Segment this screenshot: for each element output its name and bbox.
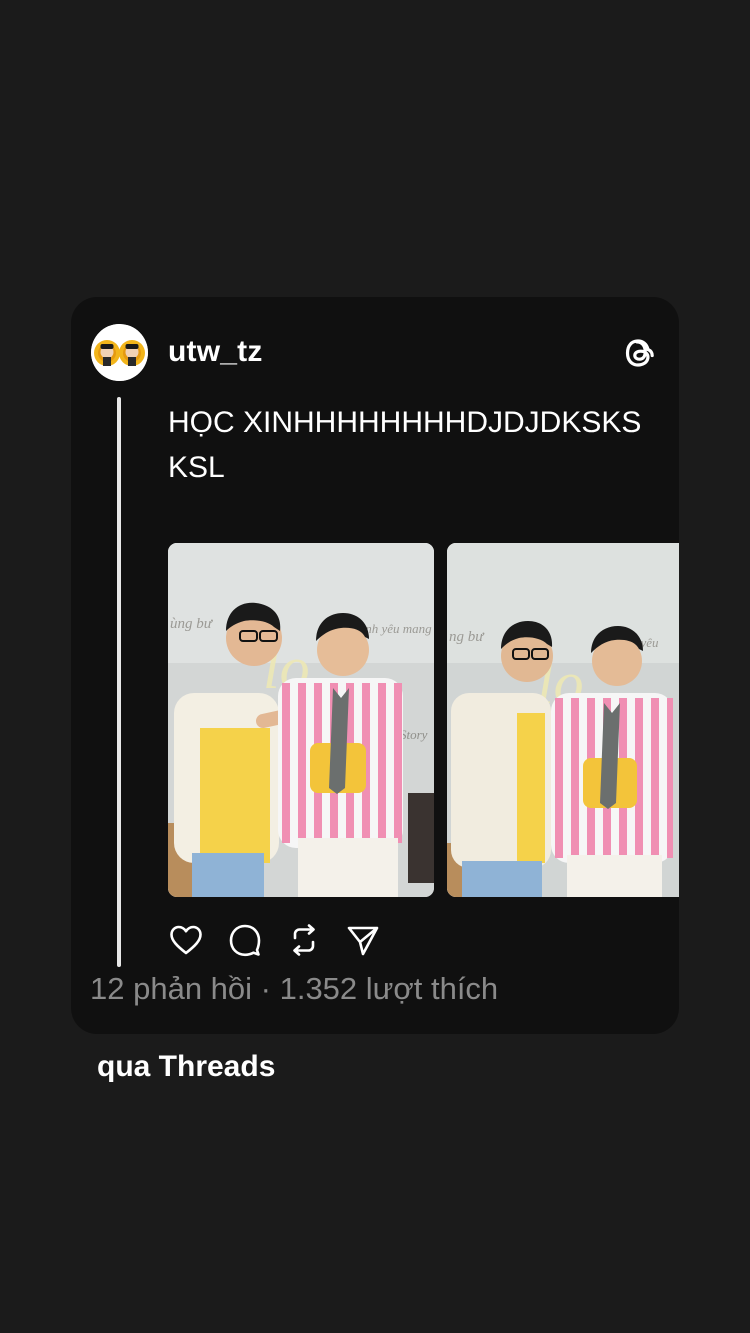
- threads-post-card[interactable]: utw_tz HỌC XINHHHHHHHHDJDJDKSKSKSL ùng b…: [71, 297, 679, 1034]
- send-icon: [347, 926, 378, 955]
- post-stats[interactable]: 12 phản hồi · 1.352 lượt thích: [90, 971, 498, 1007]
- threads-logo-icon[interactable]: [621, 334, 657, 372]
- photo-two-men-icon: ng bư tình yêu lo: [447, 543, 679, 897]
- thread-line: [117, 397, 121, 967]
- post-text: HỌC XINHHHHHHHHDJDJDKSKSKSL: [168, 406, 642, 484]
- svg-text:Story: Story: [400, 727, 428, 742]
- repost-button[interactable]: [286, 922, 321, 957]
- svg-text:ùng bư: ùng bư: [170, 616, 214, 632]
- photo-two-men-icon: ùng bư tình yêu mang lo Story: [168, 543, 434, 897]
- avatar[interactable]: [91, 324, 148, 381]
- repost-icon: [292, 923, 315, 956]
- action-bar: [168, 922, 380, 957]
- avatar-image: [91, 324, 148, 381]
- username[interactable]: utw_tz: [168, 335, 263, 369]
- reply-button[interactable]: [227, 922, 262, 957]
- post-photo-2[interactable]: ng bư tình yêu lo: [447, 543, 679, 897]
- like-button[interactable]: [168, 922, 203, 957]
- svg-text:ng bư: ng bư: [449, 629, 485, 645]
- heart-icon: [169, 925, 202, 954]
- share-button[interactable]: [345, 922, 380, 957]
- story-screen: utw_tz HỌC XINHHHHHHHHDJDJDKSKSKSL ùng b…: [0, 0, 750, 1333]
- comment-icon: [229, 924, 260, 956]
- via-threads-label[interactable]: qua Threads: [97, 1050, 275, 1084]
- media-carousel[interactable]: ùng bư tình yêu mang lo Story ng bư yêu …: [168, 543, 679, 897]
- svg-text:tình yêu mang: tình yêu mang: [358, 621, 432, 636]
- post-photo-1[interactable]: ùng bư tình yêu mang lo Story: [168, 543, 434, 897]
